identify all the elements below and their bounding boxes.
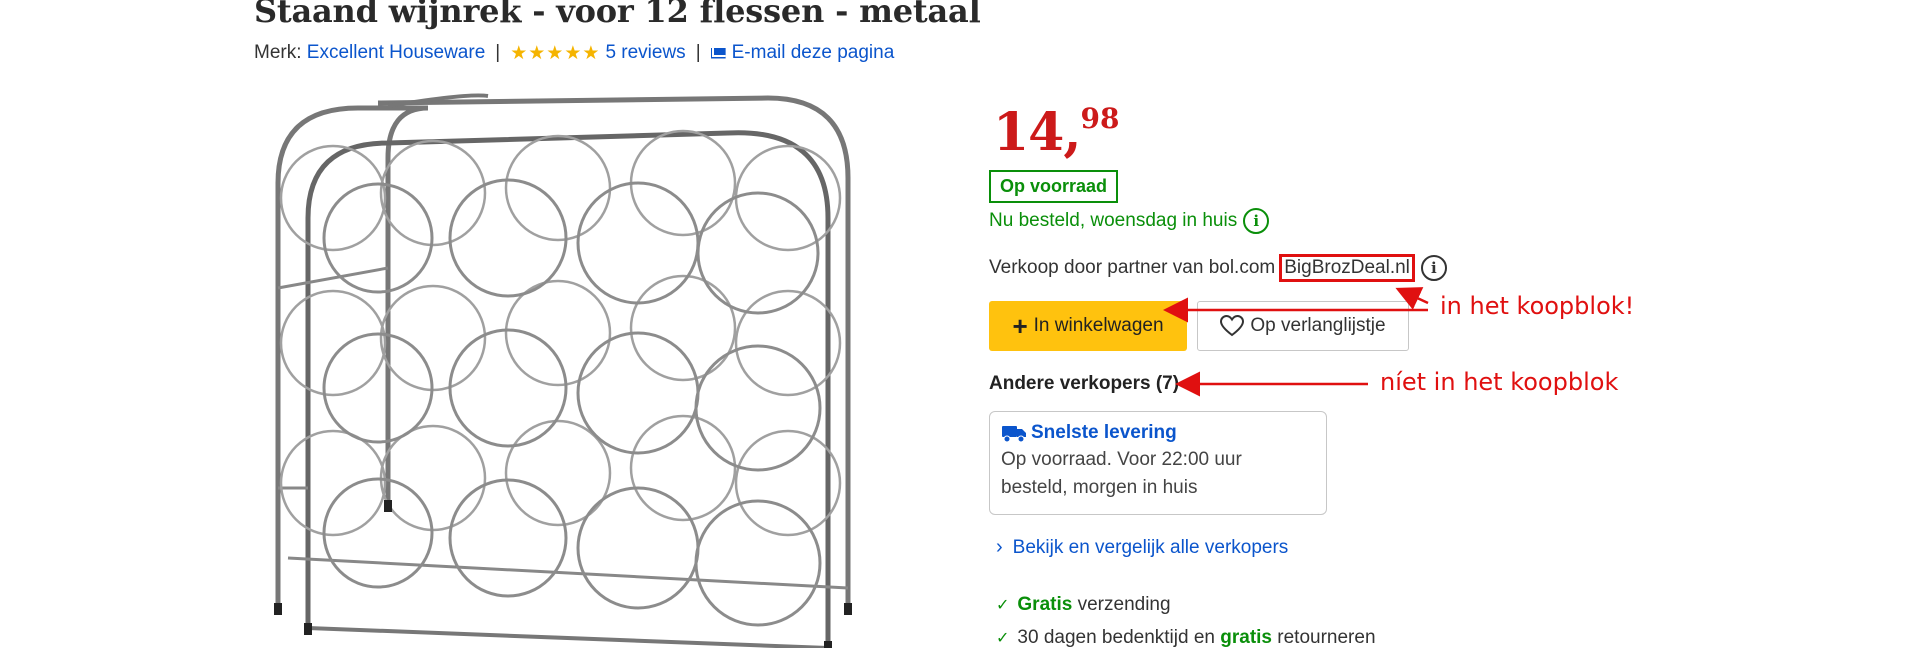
star-icon: ★	[546, 42, 564, 64]
seller-info: Verkoop door partner van bol.com BigBroz…	[989, 254, 1447, 282]
usp-text: verzending	[1072, 594, 1171, 615]
usp-free-shipping: ✓ Gratis verzending	[996, 594, 1171, 616]
info-icon[interactable]: i	[1420, 255, 1447, 281]
wishlist-button[interactable]: Op verlanglijstje	[1197, 301, 1409, 351]
chevron-right-icon: ›	[996, 536, 1003, 558]
compare-sellers-label: Bekijk en vergelijk alle verkopers	[1012, 536, 1289, 558]
add-to-cart-button[interactable]: + In winkelwagen	[989, 301, 1187, 351]
usp-bold: gratis	[1220, 627, 1272, 648]
star-icon: ★	[510, 42, 528, 64]
usp-pre: 30 dagen bedenktijd en	[1017, 627, 1221, 648]
compare-sellers-link[interactable]: › Bekijk en vergelijk alle verkopers	[996, 536, 1288, 559]
email-page-link[interactable]: E-mail deze pagina	[732, 42, 895, 64]
star-icon: ★	[528, 42, 546, 64]
add-to-cart-label: In winkelwagen	[1033, 315, 1164, 336]
mail-icon	[710, 47, 726, 59]
separator: |	[695, 42, 701, 63]
usp-free-returns: ✓ 30 dagen bedenktijd en gratis retourne…	[996, 627, 1376, 649]
delivery-info: Nu besteld, woensdag in huis i	[989, 208, 1270, 234]
wishlist-label: Op verlanglijstje	[1250, 315, 1386, 336]
truck-icon	[1002, 426, 1026, 443]
seller-label: Verkoop door partner van bol.com	[989, 257, 1276, 278]
fastest-delivery-label: Snelste levering	[1031, 422, 1177, 443]
check-icon: ✓	[996, 597, 1010, 614]
plus-icon: +	[1012, 311, 1028, 341]
star-icon: ★	[582, 42, 600, 64]
other-sellers-heading[interactable]: Andere verkopers (7)	[989, 373, 1179, 395]
product-title: Staand wijnrek - voor 12 flessen - metaa…	[254, 0, 981, 30]
brand-label: Merk:	[254, 42, 302, 63]
annotation-in-buybox: in het koopblok!	[1440, 292, 1635, 320]
fastest-delivery-card[interactable]: Snelste levering Op voorraad. Voor 22:00…	[989, 411, 1327, 515]
heart-icon	[1220, 315, 1245, 337]
rating-stars[interactable]: ★ ★ ★ ★ ★	[510, 44, 599, 63]
fastest-delivery-line1: Op voorraad. Voor 22:00 uur	[1001, 449, 1242, 470]
check-icon: ✓	[996, 630, 1010, 647]
info-icon[interactable]: i	[1243, 208, 1270, 234]
product-meta: Merk: Excellent Houseware | ★ ★ ★ ★ ★ 5 …	[254, 42, 894, 64]
annotation-not-in-buybox: níet in het koopblok	[1380, 368, 1619, 396]
price-euros: 14,	[993, 102, 1081, 163]
star-icon: ★	[564, 42, 582, 64]
fastest-delivery-line2: besteld, morgen in huis	[1001, 477, 1198, 498]
price: 14,98	[993, 102, 1119, 163]
separator: |	[495, 42, 501, 63]
delivery-text: Nu besteld, woensdag in huis	[989, 210, 1238, 231]
seller-link[interactable]: BigBrozDeal.nl	[1279, 254, 1415, 282]
product-image[interactable]	[268, 88, 928, 648]
fastest-delivery-title: Snelste levering	[1001, 422, 1315, 444]
usp-text: retourneren	[1272, 627, 1376, 648]
price-cents: 98	[1080, 102, 1120, 135]
stock-badge: Op voorraad	[989, 170, 1119, 203]
usp-bold: Gratis	[1017, 594, 1073, 615]
brand-link[interactable]: Excellent Houseware	[307, 42, 485, 64]
reviews-link[interactable]: 5 reviews	[605, 42, 685, 64]
